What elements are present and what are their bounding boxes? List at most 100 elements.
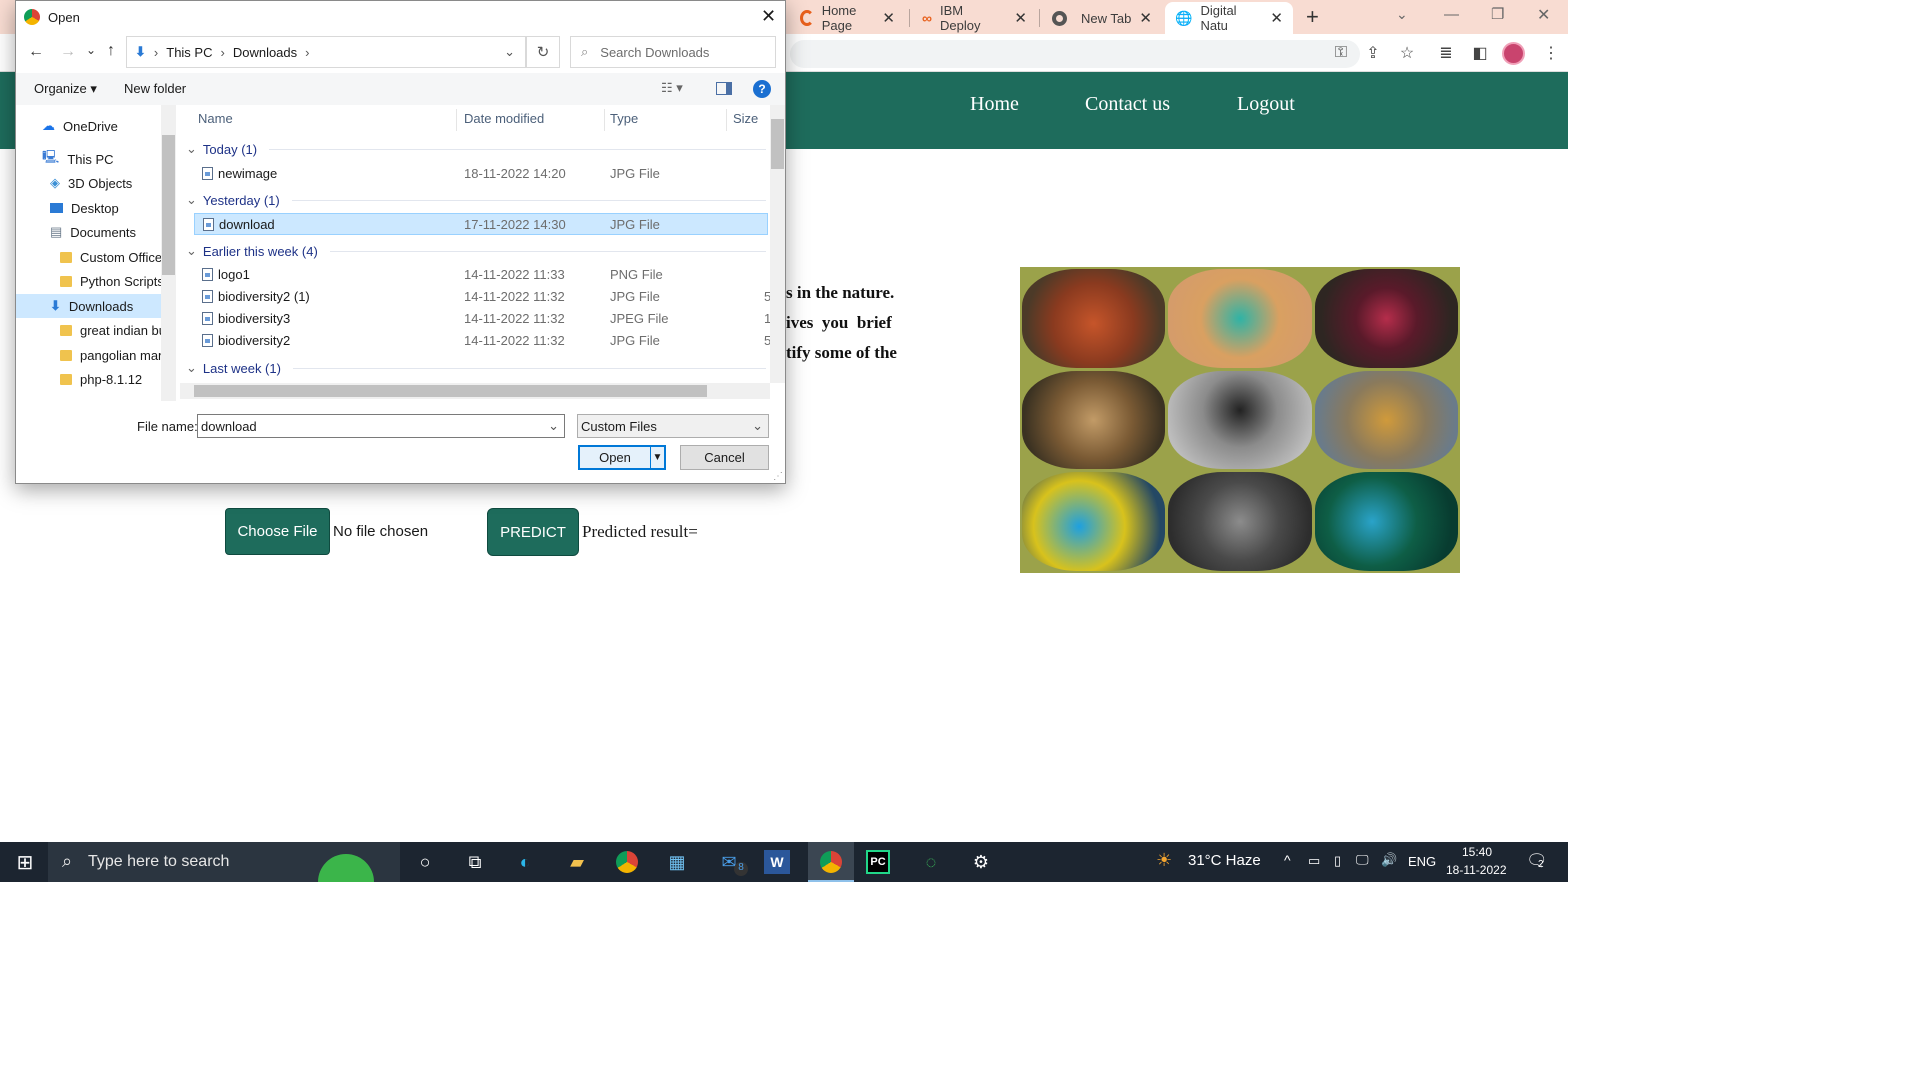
notifications-icon[interactable]: 🗨 2	[1526, 851, 1548, 871]
column-header-size[interactable]: Size	[733, 111, 758, 126]
chevron-down-icon[interactable]: ⌄	[548, 418, 559, 434]
profile-avatar[interactable]	[1502, 42, 1525, 65]
file-row[interactable]: newimage 18-11-2022 14:20 JPG File	[194, 163, 768, 185]
column-header-name[interactable]: Name	[198, 111, 233, 126]
refresh-icon[interactable]: ↻	[526, 36, 560, 68]
browser-tab[interactable]: Home Page ✕	[790, 2, 905, 34]
search-downloads-input[interactable]: ⌕ Search Downloads	[570, 36, 776, 68]
group-header-last-week[interactable]: ⌄ Last week (1)	[186, 360, 766, 376]
nav-documents[interactable]: ▤ Documents	[16, 220, 176, 244]
file-row-selected[interactable]: download 17-11-2022 14:30 JPG File	[194, 213, 768, 235]
file-row[interactable]: biodiversity3 14-11-2022 11:32 JPEG File…	[194, 308, 770, 330]
reading-list-icon[interactable]: ≣	[1435, 42, 1457, 64]
cancel-button[interactable]: Cancel	[680, 445, 769, 470]
word-icon[interactable]: W	[764, 850, 790, 874]
group-header-yesterday[interactable]: ⌄ Yesterday (1)	[186, 192, 766, 208]
nav-desktop[interactable]: Desktop	[16, 196, 176, 220]
address-dropdown-chevron-icon[interactable]: ⌄	[504, 44, 515, 60]
organize-menu-button[interactable]: Organize ▾	[34, 81, 97, 97]
task-view-icon[interactable]: ⧉	[460, 848, 490, 876]
open-button[interactable]: Open ▼	[578, 445, 666, 470]
nav-downloads[interactable]: ⬇ Downloads	[16, 294, 176, 318]
tab-search-chevron-icon[interactable]: ⌄	[1396, 6, 1408, 23]
taskbar-search-box[interactable]: ⌕ Type here to search	[48, 842, 400, 882]
forward-arrow-icon[interactable]: →	[60, 43, 76, 61]
tray-chevron-up-icon[interactable]: ^	[1284, 852, 1291, 868]
up-arrow-icon[interactable]: ↑	[107, 42, 115, 60]
minimize-icon[interactable]: —	[1444, 6, 1459, 23]
weather-sun-icon[interactable]: ☀	[1156, 850, 1172, 871]
loading-app-icon[interactable]: ◌	[916, 848, 946, 876]
scrollbar-thumb[interactable]	[194, 385, 707, 397]
store-icon[interactable]: ▦	[662, 848, 692, 876]
clock-time[interactable]: 15:40	[1462, 845, 1492, 859]
close-icon[interactable]: ✕	[1014, 9, 1027, 27]
nav-pangolian[interactable]: pangolian man	[16, 343, 176, 367]
chrome-icon[interactable]	[816, 848, 846, 876]
nav-onedrive[interactable]: ☁ OneDrive	[16, 114, 176, 138]
breadcrumb-downloads[interactable]: Downloads	[233, 45, 297, 60]
browser-tab[interactable]: ∞ IBM Deploy ✕	[912, 2, 1037, 34]
browser-tab-active[interactable]: 🌐 Digital Natu ✕	[1165, 2, 1293, 34]
column-header-date[interactable]: Date modified	[464, 111, 544, 126]
close-icon[interactable]: ✕	[882, 9, 895, 27]
file-row[interactable]: logo1 14-11-2022 11:33 PNG File	[194, 264, 768, 286]
file-explorer-icon[interactable]: ▰	[562, 848, 592, 876]
file-type-select[interactable]: Custom Files ⌄	[577, 414, 769, 438]
share-icon[interactable]: ⇪	[1362, 42, 1384, 64]
key-icon[interactable]: ⚿	[1330, 42, 1352, 64]
file-list-vertical-scrollbar[interactable]	[770, 105, 785, 383]
device-icon[interactable]: ▯	[1334, 853, 1341, 869]
language-indicator[interactable]: ENG	[1408, 854, 1436, 869]
nav-3d-objects[interactable]: ◈ 3D Objects	[16, 171, 176, 195]
resize-grip-icon[interactable]: ⋰	[773, 471, 783, 482]
address-bar[interactable]	[790, 40, 1360, 68]
help-icon[interactable]: ?	[753, 80, 771, 98]
volume-icon[interactable]: 🔊	[1381, 852, 1397, 868]
nav-php[interactable]: php-8.1.12	[16, 367, 176, 391]
nav-logout-link[interactable]: Logout	[1237, 93, 1295, 116]
predict-button[interactable]: PREDICT	[487, 508, 579, 556]
scrollbar-thumb[interactable]	[162, 135, 175, 275]
column-header-type[interactable]: Type	[610, 111, 638, 126]
choose-file-button[interactable]: Choose File	[225, 508, 330, 555]
dialog-close-icon[interactable]: ✕	[761, 6, 776, 27]
preview-pane-icon[interactable]	[716, 82, 732, 95]
nav-home-link[interactable]: Home	[970, 93, 1019, 116]
nav-python-scripts[interactable]: Python Scripts	[16, 269, 176, 293]
chrome-icon[interactable]	[612, 848, 642, 876]
view-options-icon[interactable]: ☷ ▾	[661, 80, 683, 96]
browser-tab[interactable]: New Tab ✕	[1042, 2, 1162, 34]
group-header-today[interactable]: ⌄ Today (1)	[186, 141, 766, 157]
back-arrow-icon[interactable]: ←	[28, 43, 44, 61]
group-header-earlier[interactable]: ⌄ Earlier this week (4)	[186, 243, 766, 259]
new-tab-button[interactable]: +	[1306, 4, 1319, 30]
restore-icon[interactable]: ❐	[1491, 5, 1504, 23]
mail-icon[interactable]: ✉ 8	[714, 848, 748, 876]
file-list-horizontal-scrollbar[interactable]	[180, 383, 770, 399]
file-row[interactable]: biodiversity2 (1) 14-11-2022 11:32 JPG F…	[194, 286, 770, 308]
recent-locations-chevron-icon[interactable]: ⌄	[86, 43, 96, 57]
cortana-icon[interactable]: ○	[410, 848, 440, 876]
close-icon[interactable]: ✕	[1139, 9, 1152, 27]
weather-text[interactable]: 31°C Haze	[1188, 852, 1261, 869]
chevron-down-icon[interactable]: ⌄	[752, 418, 763, 434]
pycharm-icon[interactable]: PC	[866, 850, 890, 874]
menu-dots-icon[interactable]: ⋮	[1540, 42, 1562, 64]
star-icon[interactable]: ☆	[1396, 42, 1418, 64]
address-breadcrumb[interactable]: ⬇ › This PC › Downloads › ⌄	[126, 36, 526, 68]
nav-pane-scrollbar[interactable]	[161, 105, 176, 401]
nav-custom-office[interactable]: Custom Office	[16, 245, 176, 269]
nav-this-pc[interactable]: 🖳 This PC	[16, 147, 176, 171]
scrollbar-thumb[interactable]	[771, 119, 784, 169]
network-icon[interactable]: 🖵	[1356, 852, 1369, 868]
nav-contact-link[interactable]: Contact us	[1085, 93, 1170, 116]
battery-icon[interactable]: ▭	[1308, 853, 1320, 869]
open-dropdown-icon[interactable]: ▼	[650, 447, 664, 468]
side-panel-icon[interactable]: ◧	[1469, 42, 1491, 64]
windows-start-icon[interactable]: ⊞	[10, 848, 40, 876]
edge-icon[interactable]: ◐	[510, 848, 540, 876]
settings-gear-icon[interactable]: ⚙	[966, 848, 996, 876]
file-name-input[interactable]: download ⌄	[197, 414, 565, 438]
file-row[interactable]: biodiversity2 14-11-2022 11:32 JPG File …	[194, 330, 770, 352]
